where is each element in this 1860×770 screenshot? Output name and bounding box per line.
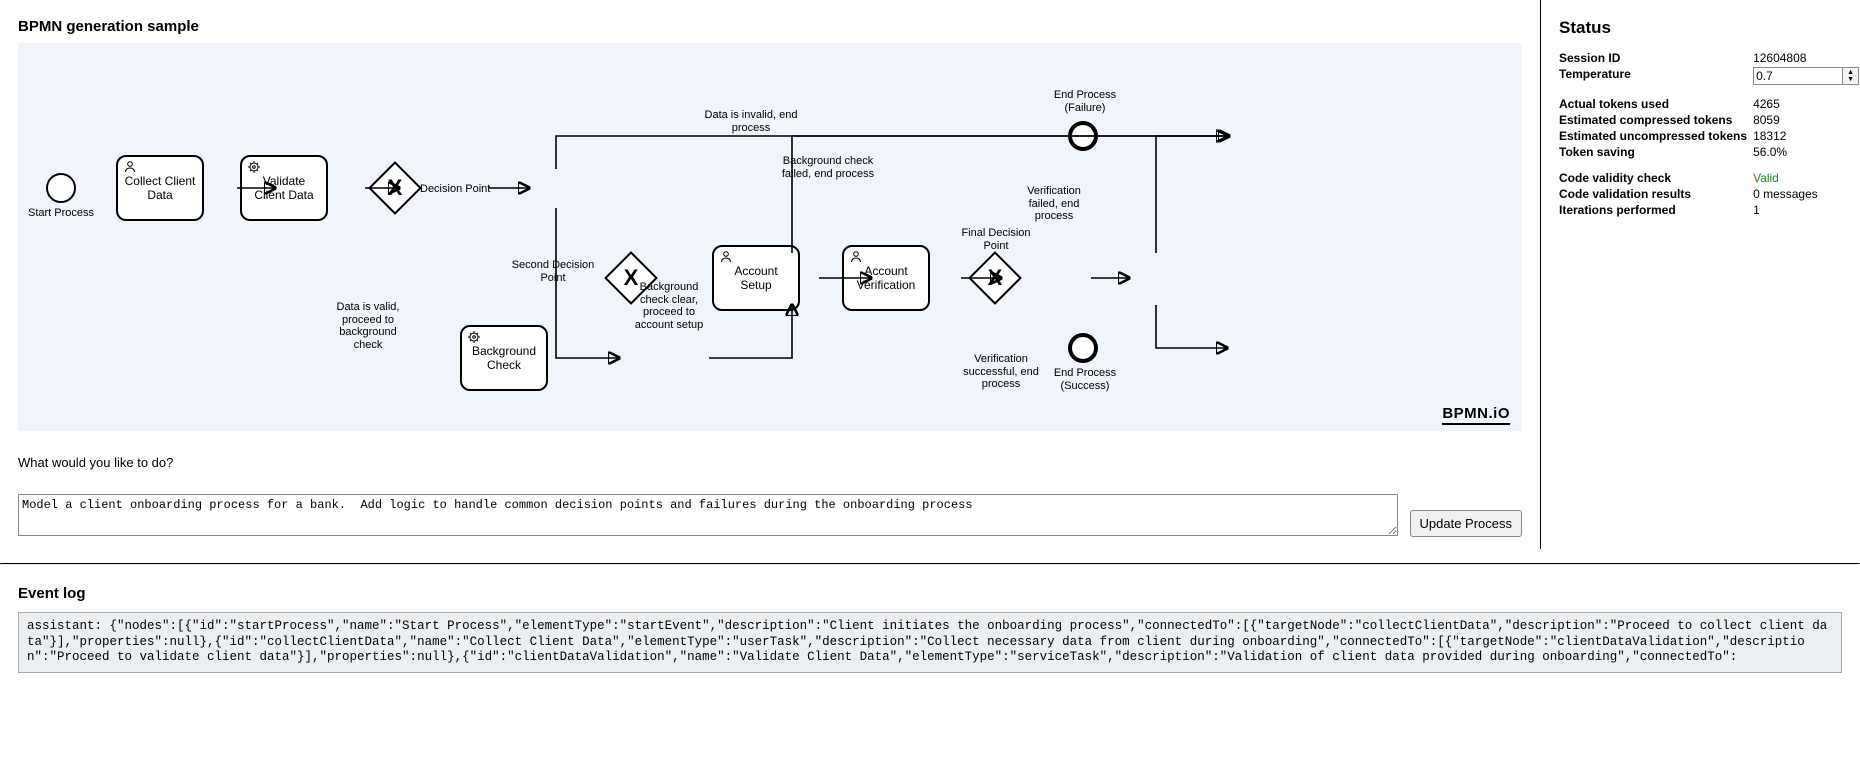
task-label: Background Check (466, 344, 542, 372)
row-session-id: Session ID12604808 (1559, 50, 1860, 66)
temperature-stepper[interactable]: ▲▼ (1753, 67, 1859, 85)
user-task-icon (123, 160, 137, 177)
row-temperature: Temperature ▲▼ (1559, 66, 1860, 86)
gateway-decision-1[interactable]: X (376, 169, 414, 207)
update-process-button[interactable]: Update Process (1410, 510, 1523, 537)
task-bgcheck[interactable]: Background Check (460, 325, 548, 391)
task-setup[interactable]: Account Setup (712, 245, 800, 311)
edge-label-bgfail: Background check failed, end process (773, 155, 883, 180)
task-label: Collect Client Data (122, 174, 198, 202)
gateway-2-label: Second Decision Point (498, 259, 608, 284)
status-table: Session ID12604808 Temperature ▲▼ Actual… (1559, 50, 1860, 218)
service-task-icon (467, 330, 481, 347)
row-saving: Token saving56.0% (1559, 144, 1860, 160)
diagram-edges (18, 43, 1522, 431)
prompt-textarea[interactable] (18, 494, 1398, 536)
edge-label-invalid: Data is invalid, end process (696, 109, 806, 134)
end-event-success[interactable] (1068, 333, 1098, 363)
edge-label-valid: Data is valid, proceed to background che… (328, 301, 408, 352)
bpmn-brand: BPMN.iO (1442, 405, 1510, 425)
edge-label-bgclear: Background check clear, proceed to accou… (626, 281, 712, 332)
stepper-arrows-icon[interactable]: ▲▼ (1843, 67, 1859, 85)
row-iterations: Iterations performed1 (1559, 202, 1860, 218)
event-log-body: assistant: {"nodes":[{"id":"startProcess… (18, 612, 1842, 673)
temperature-input[interactable] (1753, 67, 1843, 85)
user-task-icon (719, 250, 733, 267)
start-event-label: Start Process (26, 207, 96, 220)
edge-label-ver-fail: Verification failed, end process (1014, 185, 1094, 223)
row-est-compressed: Estimated compressed tokens8059 (1559, 112, 1860, 128)
row-validation: Code validation results0 messages (1559, 186, 1860, 202)
task-label: Account Verification (848, 264, 924, 292)
gateway-final[interactable]: X (976, 259, 1014, 297)
start-event[interactable] (46, 173, 76, 203)
event-log-heading: Event log (18, 585, 1842, 602)
task-label: Validate Client Data (246, 174, 322, 202)
edge-label-ver-success: Verification successful, end process (956, 353, 1046, 391)
row-est-uncompressed: Estimated uncompressed tokens18312 (1559, 128, 1860, 144)
end-failure-label: End Process (Failure) (1046, 89, 1124, 114)
gateway-1-label: Decision Point (420, 183, 510, 196)
status-heading: Status (1559, 18, 1850, 38)
task-collect[interactable]: Collect Client Data (116, 155, 204, 221)
row-actual-tokens: Actual tokens used4265 (1559, 96, 1860, 112)
task-verify[interactable]: Account Verification (842, 245, 930, 311)
gateway-final-label: Final Decision Point (956, 227, 1036, 252)
task-validate[interactable]: Validate Client Data (240, 155, 328, 221)
service-task-icon (247, 160, 261, 177)
user-task-icon (849, 250, 863, 267)
end-success-label: End Process (Success) (1046, 367, 1124, 392)
page-title: BPMN generation sample (18, 18, 1522, 35)
task-label: Account Setup (718, 264, 794, 292)
prompt-label: What would you like to do? (18, 455, 1522, 470)
end-event-failure[interactable] (1068, 121, 1098, 151)
bpmn-canvas[interactable]: Start Process Collect Client Data Valida… (18, 43, 1522, 431)
row-validity: Code validity checkValid (1559, 170, 1860, 186)
